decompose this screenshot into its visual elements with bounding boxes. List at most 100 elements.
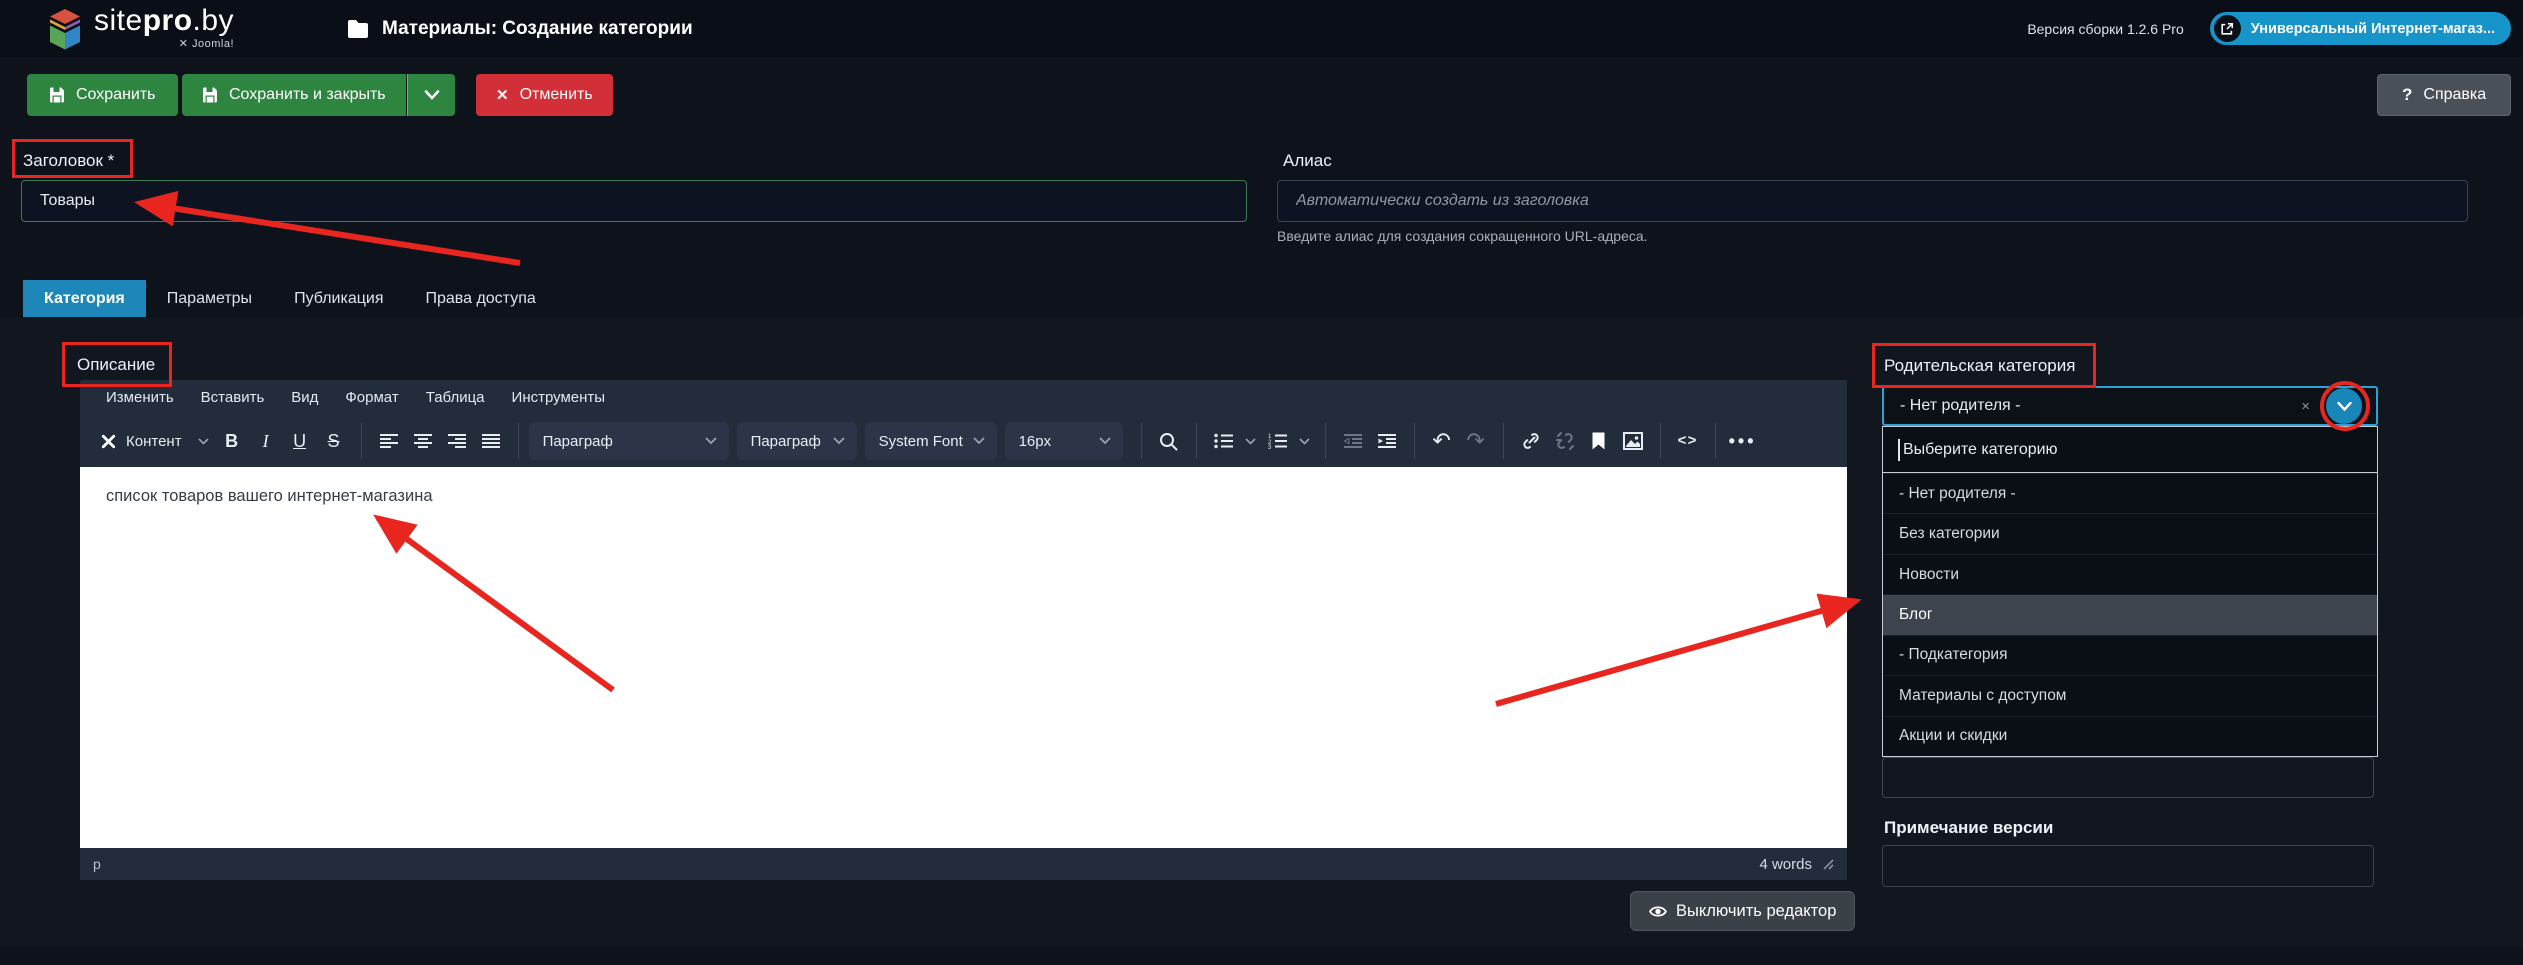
parent-category-select[interactable]: - Нет родителя - × (1882, 386, 2378, 426)
question-icon: ? (2402, 85, 2413, 104)
editor-menubar: Изменить Вставить Вид Формат Таблица Инс… (80, 380, 1847, 415)
tags-input[interactable] (1882, 757, 2374, 798)
tab-category[interactable]: Категория (23, 280, 146, 317)
image-icon (1622, 432, 1643, 450)
more-tools-button[interactable]: ••• (1726, 422, 1760, 460)
option-subcategory[interactable]: - Подкатегория (1883, 634, 2377, 675)
chevron-down-icon (704, 437, 717, 445)
remove-link-button[interactable] (1548, 422, 1582, 460)
underline-button[interactable]: U (283, 422, 317, 460)
menu-format[interactable]: Формат (345, 389, 398, 406)
tab-bar: Категория Параметры Публикация Права дос… (23, 280, 557, 317)
chevron-down-icon (1098, 437, 1111, 445)
menu-insert[interactable]: Вставить (201, 389, 265, 406)
outdent-button[interactable] (1336, 422, 1370, 460)
align-left-button[interactable] (372, 422, 406, 460)
option-no-parent[interactable]: - Нет родителя - (1883, 473, 2377, 513)
option-uncategorized[interactable]: Без категории (1883, 513, 2377, 553)
menu-view[interactable]: Вид (291, 389, 318, 406)
redo-button[interactable]: ↷ (1459, 422, 1493, 460)
save-icon (203, 87, 217, 103)
bold-button[interactable]: B (215, 422, 249, 460)
word-count: 4 words (1759, 855, 1812, 873)
tab-publishing[interactable]: Публикация (273, 280, 404, 317)
cancel-button[interactable]: ✕ Отменить (476, 74, 613, 116)
save-icon (50, 87, 64, 103)
chevron-down-icon (1299, 437, 1310, 445)
strikethrough-button[interactable]: S (317, 422, 351, 460)
editor-toolbar: Контент B I U S Параграф Параграф System… (80, 415, 1847, 467)
sitepro-logo[interactable]: sitepro.by ✕ Joomla! (46, 6, 234, 51)
description-label: Описание (77, 355, 156, 374)
numbered-list-options-chevron[interactable] (1295, 422, 1315, 460)
bullet-list-options-chevron[interactable] (1241, 422, 1261, 460)
help-button[interactable]: ? Справка (2377, 74, 2512, 116)
align-justify-button[interactable] (474, 422, 508, 460)
search-button[interactable] (1152, 422, 1186, 460)
clear-selection-icon[interactable]: × (2301, 388, 2310, 424)
category-search-input[interactable]: Выберите категорию (1883, 427, 2377, 473)
joomla-content-button[interactable]: Контент (94, 422, 215, 460)
joomla-icon (101, 434, 116, 448)
option-blog[interactable]: Блог (1883, 594, 2377, 635)
numbered-list-button[interactable]: 123 (1261, 422, 1295, 460)
tab-options[interactable]: Параметры (146, 280, 273, 317)
save-options-dropdown-button[interactable] (407, 74, 455, 116)
block-format-select[interactable]: Параграф (736, 422, 857, 460)
parent-category-label: Родительская категория (1884, 356, 2076, 375)
anchor-button[interactable] (1582, 422, 1616, 460)
title-input[interactable] (21, 180, 1247, 222)
title-label: Заголовок * (23, 151, 115, 170)
option-promotions[interactable]: Акции и скидки (1883, 715, 2377, 756)
save-button[interactable]: Сохранить (27, 74, 178, 116)
menu-tools[interactable]: Инструменты (512, 389, 606, 406)
rich-text-editor: Изменить Вставить Вид Формат Таблица Инс… (80, 380, 1847, 880)
menu-edit[interactable]: Изменить (106, 389, 174, 406)
sitepro-logo-icon (50, 9, 80, 50)
italic-button[interactable]: I (249, 422, 283, 460)
version-note-input[interactable] (1882, 845, 2374, 887)
undo-button[interactable]: ↶ (1425, 422, 1459, 460)
tab-permissions[interactable]: Права доступа (404, 280, 556, 317)
style-select[interactable]: Параграф (528, 422, 729, 460)
bullet-list-button[interactable] (1207, 422, 1241, 460)
parent-category-dropdown: Выберите категорию - Нет родителя - Без … (1882, 426, 2378, 757)
indent-icon (1377, 434, 1396, 448)
insert-image-button[interactable] (1616, 422, 1650, 460)
alias-input[interactable] (1277, 180, 2468, 222)
indent-button[interactable] (1370, 422, 1404, 460)
brand-name: sitepro.by (94, 4, 235, 37)
menu-table[interactable]: Таблица (426, 389, 485, 406)
chevron-down-icon (972, 437, 985, 445)
template-link-button[interactable]: Универсальный Интернет-магаз... (2209, 12, 2511, 45)
version-note-label: Примечание версии (1884, 818, 2054, 837)
unlink-icon (1555, 432, 1574, 450)
text-caret (1898, 438, 1900, 461)
selected-parent-value: - Нет родителя - (1900, 397, 2021, 414)
alias-label: Алиас (1283, 151, 1332, 170)
option-restricted-articles[interactable]: Материалы с доступом (1883, 675, 2377, 715)
toggle-editor-button[interactable]: Выключить редактор (1630, 891, 1856, 931)
font-family-select[interactable]: System Font (864, 422, 997, 460)
editor-content-area[interactable]: список товаров вашего интернет-магазина (80, 467, 1847, 848)
link-icon (1522, 433, 1539, 449)
insert-link-button[interactable] (1514, 422, 1548, 460)
option-news[interactable]: Новости (1883, 553, 2377, 594)
editor-status-bar: p 4 words (80, 848, 1847, 880)
resize-handle[interactable] (1822, 858, 1834, 870)
search-icon (1160, 432, 1178, 450)
outdent-icon (1343, 434, 1362, 448)
align-center-button[interactable] (406, 422, 440, 460)
font-size-select[interactable]: 16px (1004, 422, 1123, 460)
save-and-close-button[interactable]: Сохранить и закрыть (182, 74, 406, 116)
source-code-button[interactable]: <> (1671, 422, 1705, 460)
align-right-button[interactable] (440, 422, 474, 460)
chevron-down-icon (832, 437, 845, 445)
bookmark-icon (1592, 432, 1605, 450)
bullet-list-icon (1213, 433, 1233, 449)
build-version: Версия сборки 1.2.6 Pro (2027, 20, 2184, 37)
chevron-down-icon (1245, 437, 1256, 445)
folder-icon (348, 19, 369, 38)
svg-text:3: 3 (1268, 445, 1272, 449)
open-dropdown-button[interactable] (2326, 388, 2362, 424)
